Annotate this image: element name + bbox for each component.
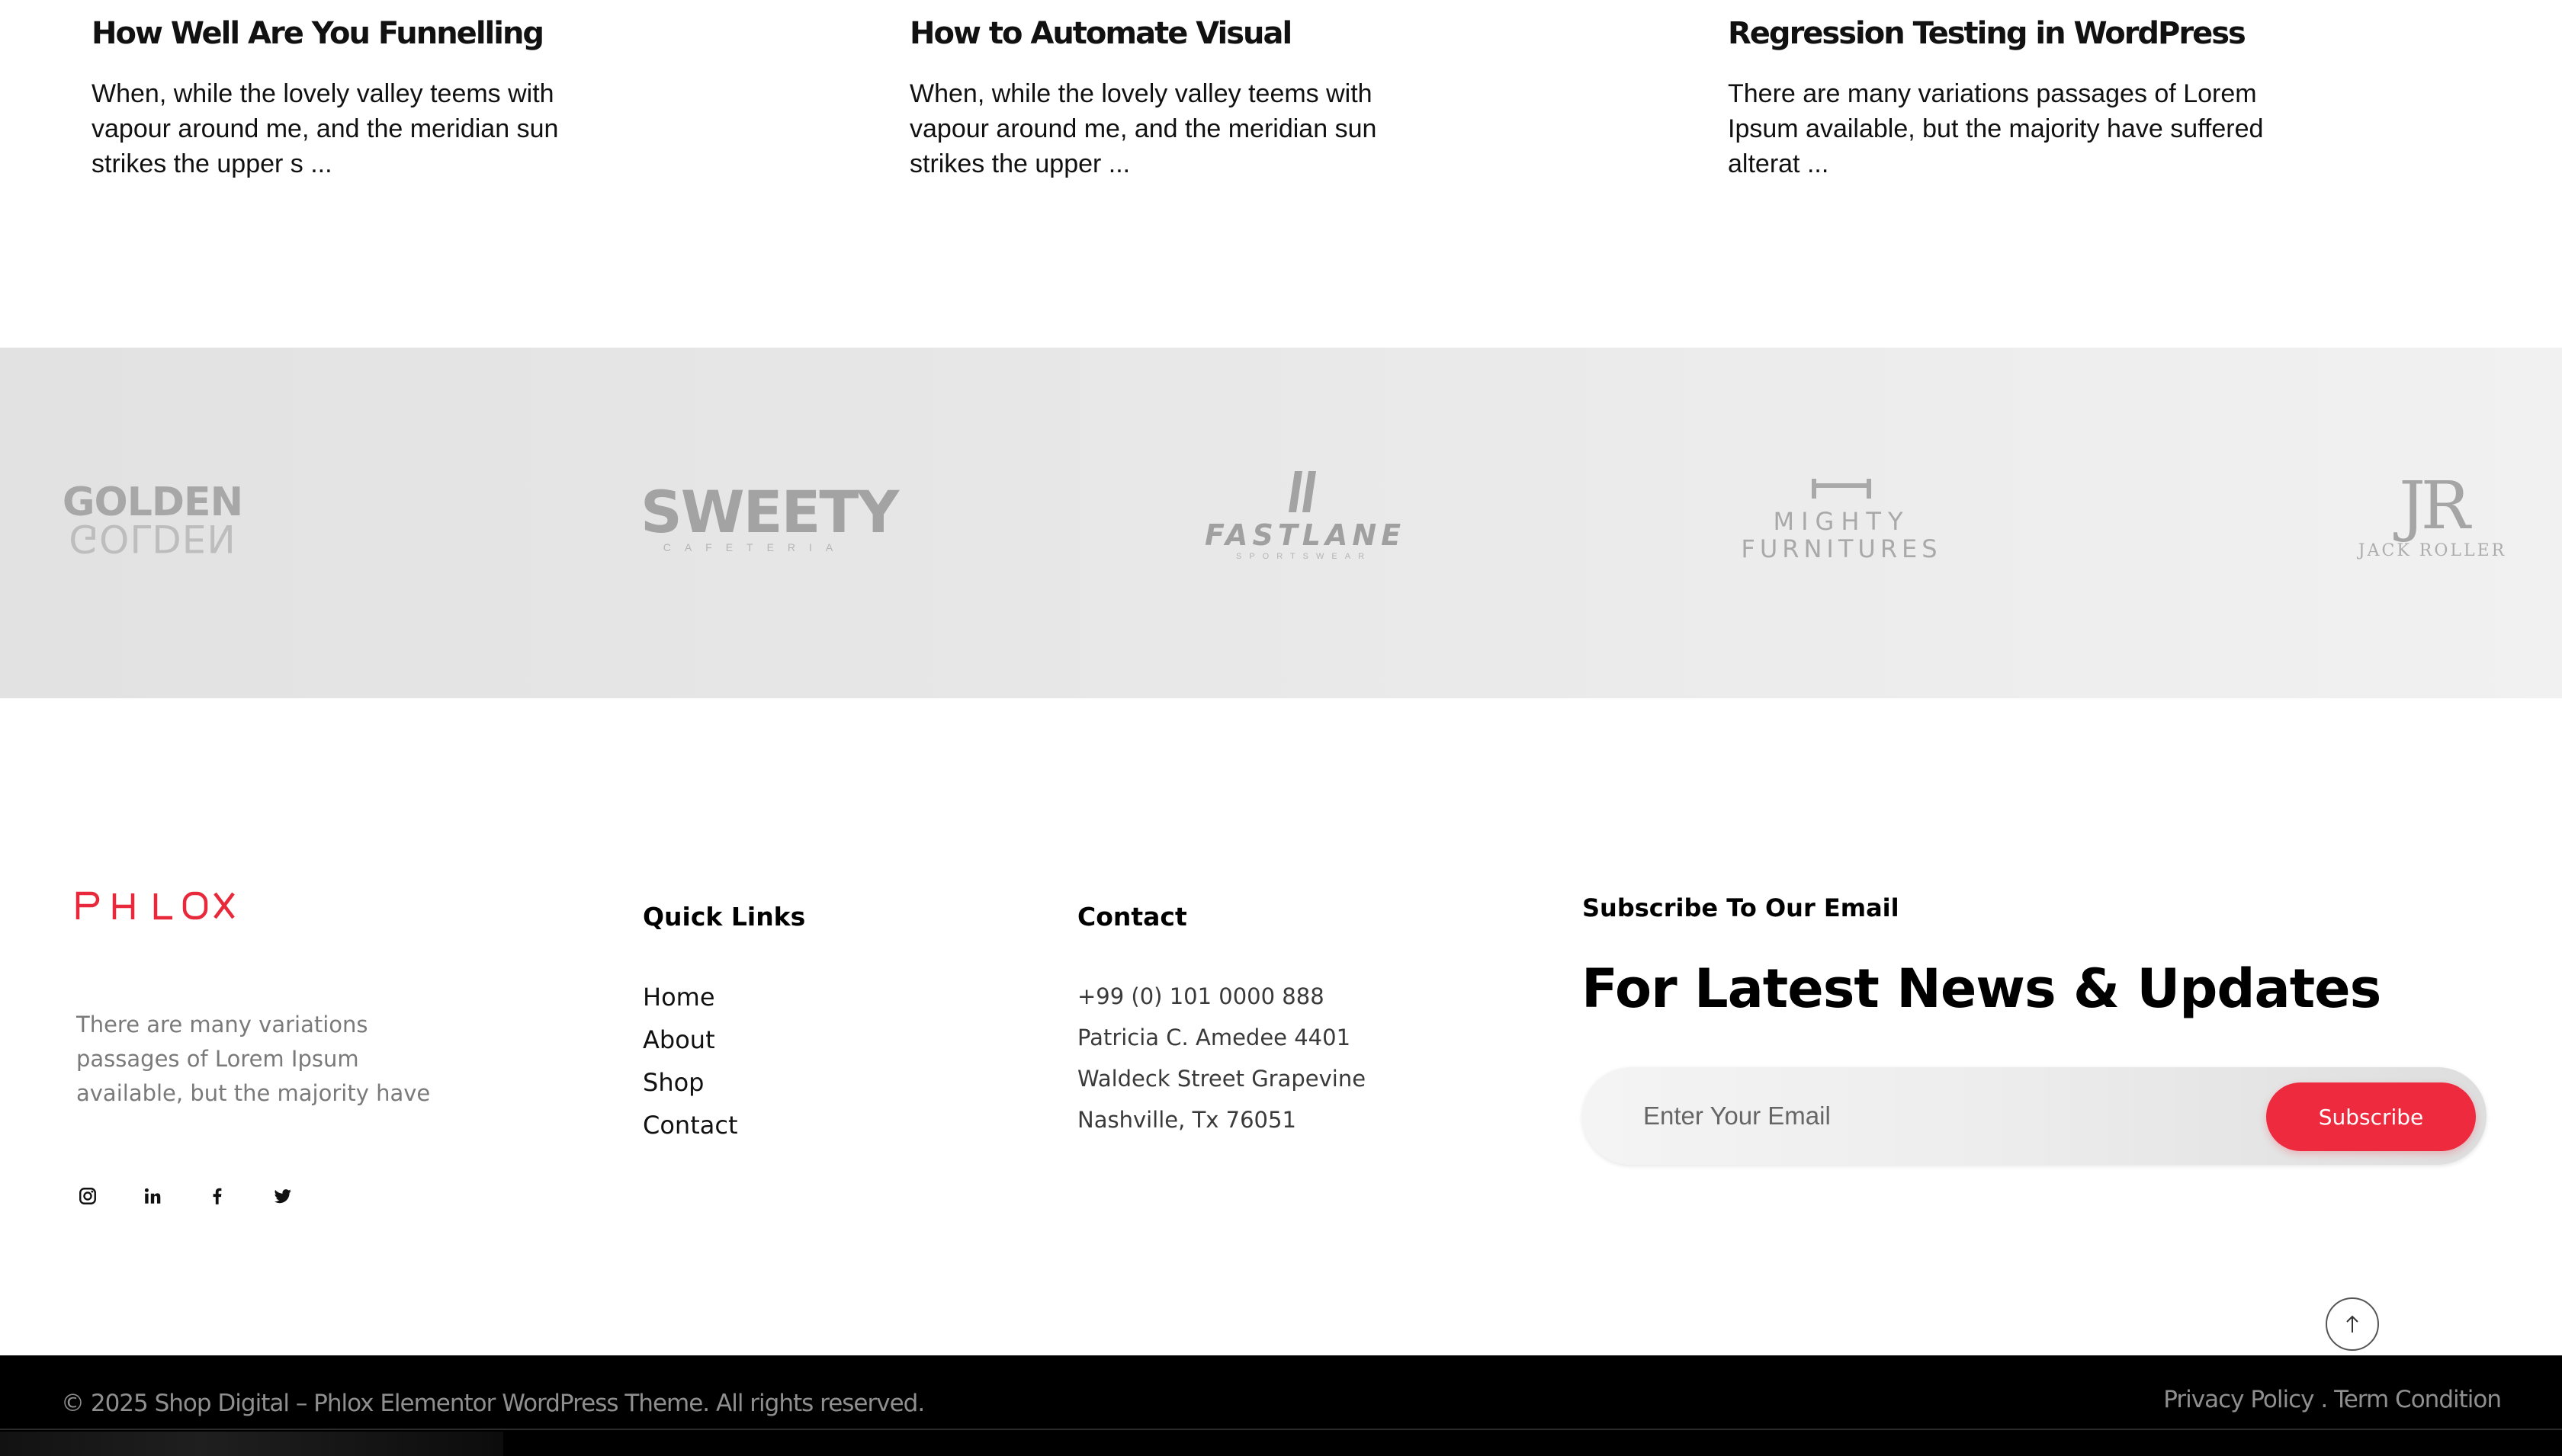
brand-tagline: CAFETERIA <box>663 541 847 553</box>
email-input[interactable] <box>1643 1067 2253 1165</box>
fastlane-mark-icon <box>1205 465 1403 518</box>
footer-about-text: There are many variations passages of Lo… <box>76 1012 431 1106</box>
brand-name: SWEETY <box>640 478 899 546</box>
brand-name: JACK ROLLER <box>2358 541 2507 560</box>
post-card: How to Automate Visual When, while the l… <box>910 11 1489 181</box>
brand-logo-fastlane: FASTLANE SPORTSWEAR <box>1205 465 1403 561</box>
brand-name: FASTLANE <box>1205 518 1406 552</box>
brand-tagline: SPORTSWEAR <box>1235 552 1372 561</box>
contact-phone[interactable]: +99 (0) 101 0000 888 <box>1077 976 1366 1017</box>
twitter-icon[interactable] <box>270 1183 296 1209</box>
contact-address-line: Nashville, Tx 76051 <box>1077 1107 1296 1133</box>
contact-info: +99 (0) 101 0000 888 Patricia C. Amedee … <box>1077 976 1366 1140</box>
post-card: How Well Are You Funnelling When, while … <box>92 11 671 181</box>
brand-logo-sweety: SWEETY CAFETERIA <box>640 478 899 554</box>
instagram-icon[interactable] <box>75 1183 101 1209</box>
footer-link-shop[interactable]: Shop <box>643 1061 738 1104</box>
brand-logo-jack-roller: JR JACK ROLLER <box>2356 468 2509 560</box>
copyright-text: © 2025 Shop Digital – Phlox Elementor Wo… <box>61 1390 925 1417</box>
quick-links-title: Quick Links <box>643 902 806 932</box>
privacy-policy-link[interactable]: Privacy Policy <box>2163 1386 2314 1413</box>
scroll-to-top-button[interactable] <box>2326 1297 2379 1351</box>
furniture-mark-icon <box>1723 477 1960 508</box>
post-excerpt: When, while the lovely valley teems with… <box>92 79 559 178</box>
blog-posts: How Well Are You Funnelling When, while … <box>0 0 2562 348</box>
facebook-icon[interactable] <box>204 1183 230 1209</box>
subscribe-button[interactable]: Subscribe <box>2266 1082 2476 1151</box>
brand-name-line2: FURNITURES <box>1741 534 1942 563</box>
divider <box>0 1429 2562 1430</box>
brand-logo-mighty: MIGHTY FURNITURES <box>1723 477 1960 563</box>
post-title[interactable]: Regression Testing in WordPress <box>1728 11 2307 56</box>
quick-links-list: Home About Shop Contact <box>643 976 738 1147</box>
subscribe-form: Subscribe <box>1582 1067 2487 1165</box>
footer-link-home[interactable]: Home <box>643 976 738 1018</box>
footer-link-contact[interactable]: Contact <box>643 1104 738 1147</box>
divider <box>0 1432 503 1456</box>
post-excerpt: When, while the lovely valley teems with… <box>910 79 1377 178</box>
post-card: Regression Testing in WordPress There ar… <box>1728 11 2307 181</box>
newsletter-headline: For Latest News & Updates <box>1581 957 2381 1020</box>
contact-address-line: Patricia C. Amedee 4401 <box>1077 1025 1351 1050</box>
contact-title: Contact <box>1077 902 1187 932</box>
post-title[interactable]: How Well Are You Funnelling <box>92 11 671 56</box>
arrow-up-icon <box>2346 1315 2358 1333</box>
brand-name: MIGHTY <box>1773 507 1910 536</box>
footer-link-about[interactable]: About <box>643 1018 738 1061</box>
legal-separator: . <box>2313 1386 2335 1413</box>
brand-logo-golden: GOLDEN GOLDEN <box>61 483 244 560</box>
linkedin-icon[interactable] <box>140 1183 165 1209</box>
legal-links: Privacy Policy . Term Condition <box>2163 1386 2502 1413</box>
brand-monogram: JR <box>2399 468 2470 544</box>
subscribe-title: Subscribe To Our Email <box>1582 893 1899 922</box>
contact-address-line: Waldeck Street Grapevine <box>1077 1066 1366 1092</box>
phlox-logo[interactable] <box>75 890 236 925</box>
post-excerpt: There are many variations passages of Lo… <box>1728 79 2264 178</box>
copyright-bar: © 2025 Shop Digital – Phlox Elementor Wo… <box>0 1355 2562 1456</box>
term-condition-link[interactable]: Term Condition <box>2334 1386 2502 1413</box>
brand-logo-strip: GOLDEN GOLDEN SWEETY CAFETERIA FASTLANE … <box>0 348 2562 698</box>
brand-name-mirror: GOLDEN <box>69 516 236 560</box>
phlox-logo-icon <box>75 891 235 920</box>
post-title[interactable]: How to Automate Visual <box>910 11 1489 56</box>
